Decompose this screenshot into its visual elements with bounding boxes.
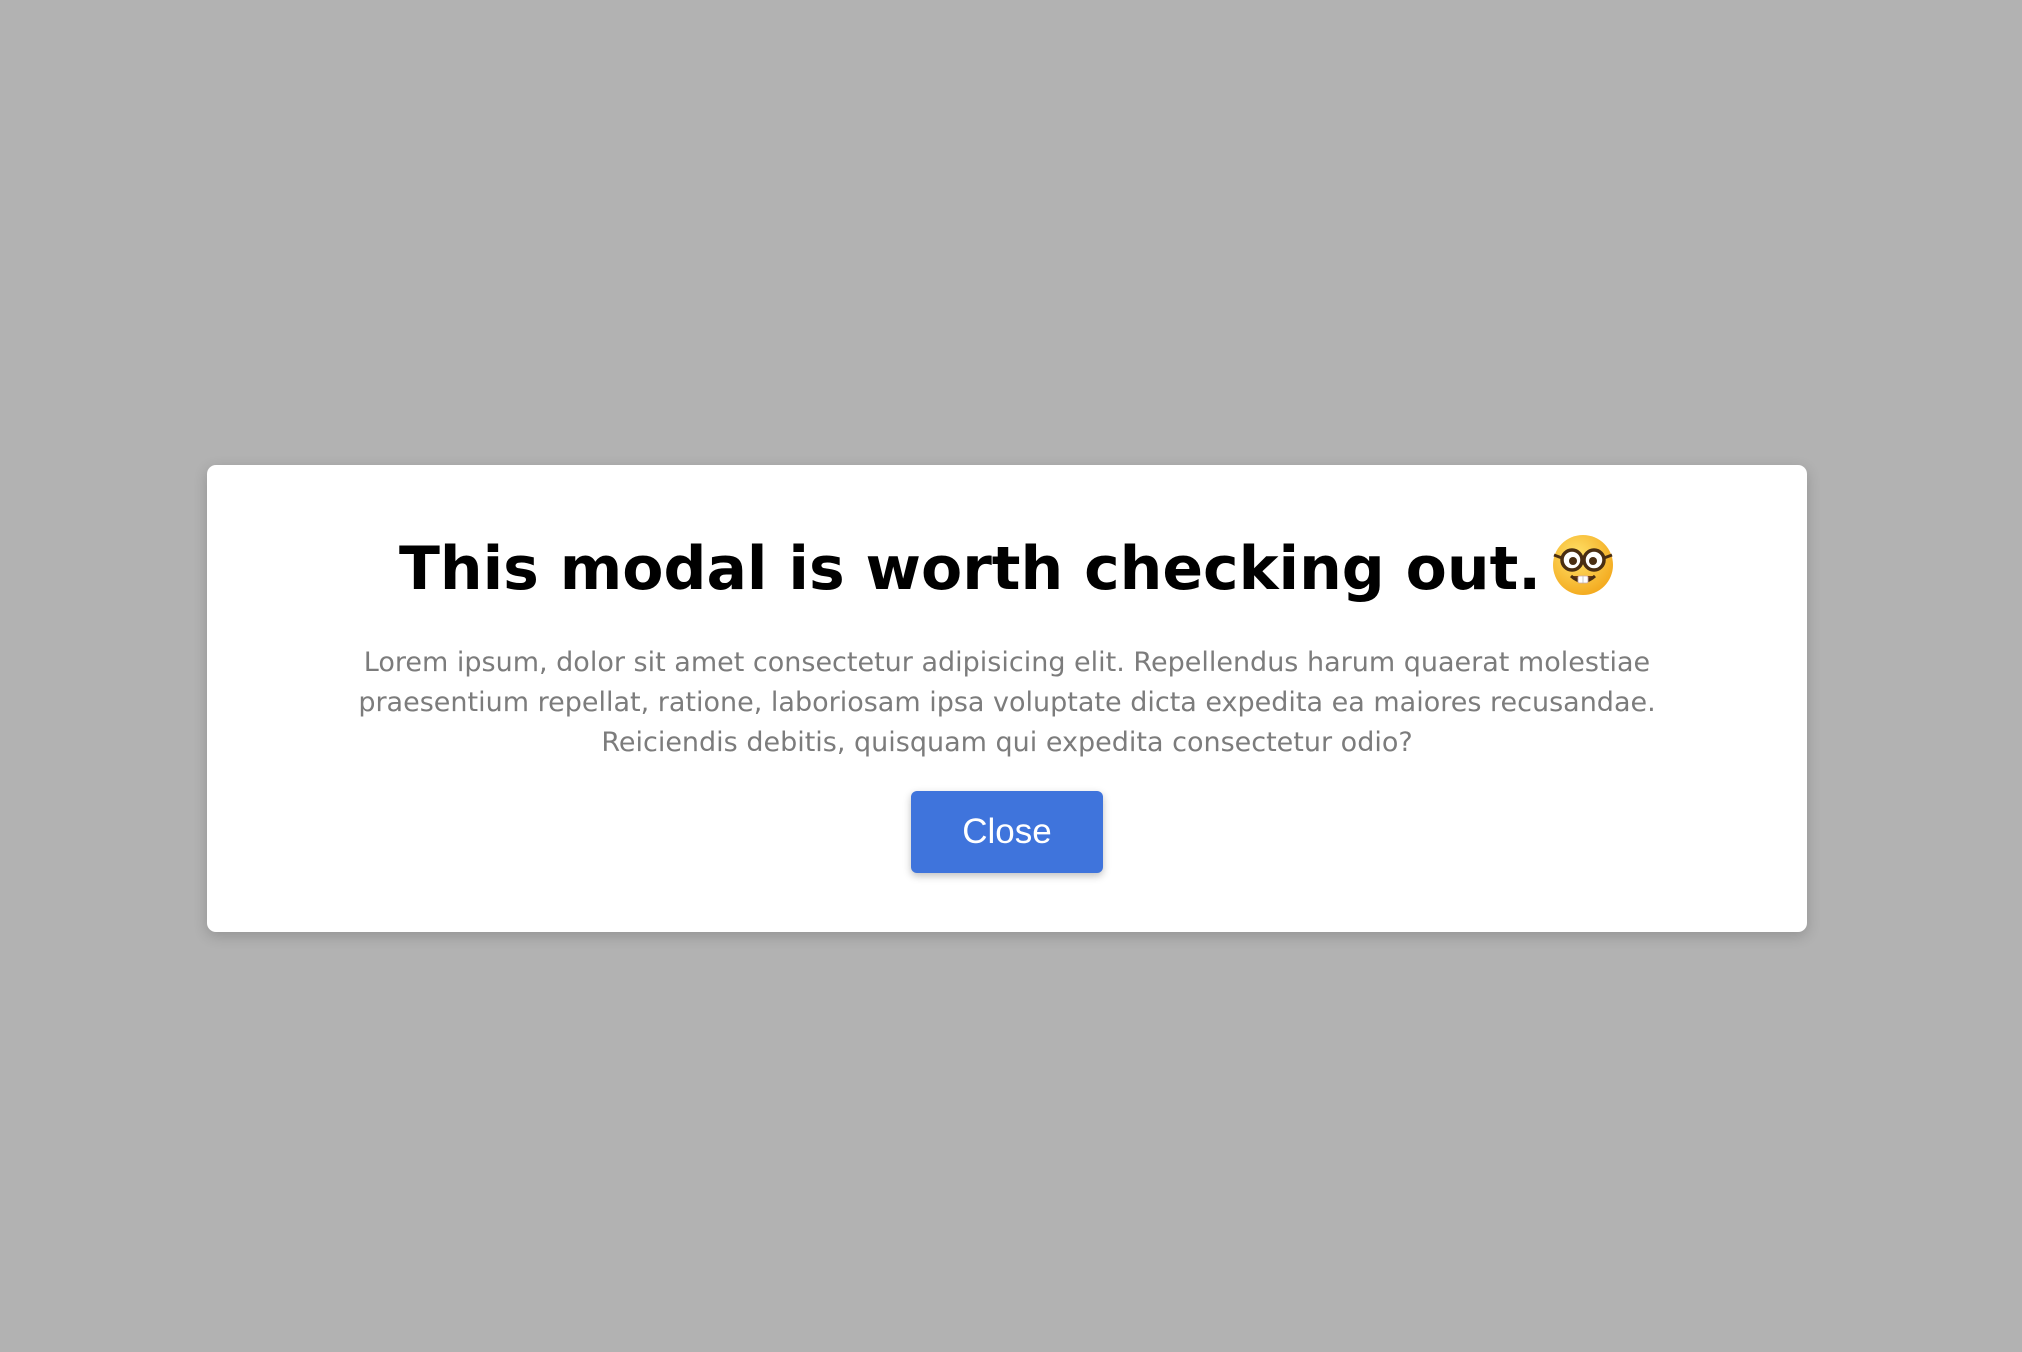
modal-body-text: Lorem ipsum, dolor sit amet consectetur … — [358, 647, 1656, 758]
modal-dialog: This modal is worth checking out. Lorem … — [207, 465, 1807, 932]
modal-title: This modal is worth checking out. — [207, 533, 1807, 605]
modal-title-text: This modal is worth checking out. — [398, 534, 1542, 604]
close-button[interactable]: Close — [911, 791, 1103, 873]
nerd-face-icon — [1551, 533, 1615, 597]
